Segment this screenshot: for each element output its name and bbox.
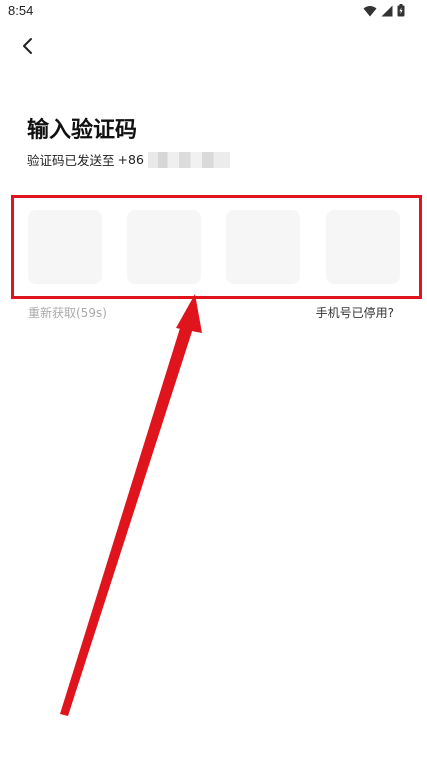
phone-disabled-link[interactable]: 手机号已停用? xyxy=(316,304,394,321)
sent-to-notice: 验证码已发送至 +86 xyxy=(27,150,230,169)
sent-to-label: 验证码已发送至 xyxy=(27,153,115,168)
status-icons xyxy=(363,2,405,21)
chevron-left-icon xyxy=(23,38,32,54)
annotation-arrow-head xyxy=(176,294,202,333)
back-button[interactable] xyxy=(12,30,44,62)
battery-icon xyxy=(397,2,405,21)
code-digit-box-1[interactable] xyxy=(28,210,102,284)
status-time: 8:54 xyxy=(8,3,34,18)
masked-phone-number xyxy=(147,151,230,168)
country-code: +86 xyxy=(117,152,144,167)
code-digit-box-2[interactable] xyxy=(127,210,201,284)
page-title: 输入验证码 xyxy=(27,118,138,143)
code-digit-box-4[interactable] xyxy=(326,210,400,284)
signal-icon xyxy=(381,2,393,21)
annotation-arrow-shaft xyxy=(60,312,197,716)
code-digit-box-3[interactable] xyxy=(226,210,300,284)
wifi-icon xyxy=(363,2,377,21)
verification-code-screen: 8:54 输入验证码 验证码已发送至 +86 重新获取(59s) 手机号已停用? xyxy=(0,0,427,759)
status-bar: 8:54 xyxy=(0,0,427,24)
code-input-group xyxy=(28,210,400,284)
resend-code-link[interactable]: 重新获取(59s) xyxy=(28,304,107,321)
